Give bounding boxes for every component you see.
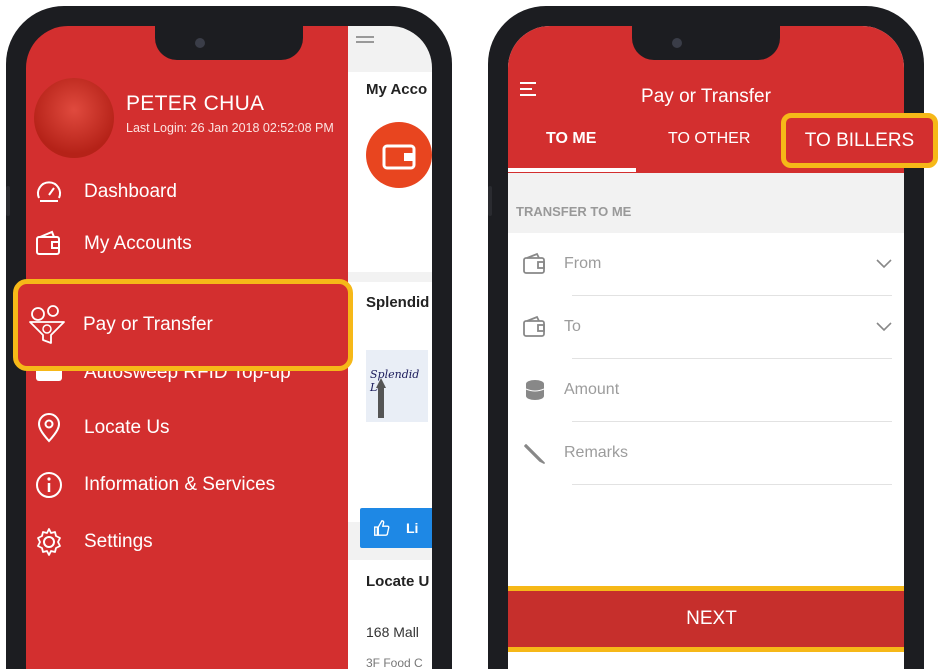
phone-notch bbox=[155, 26, 303, 60]
right-phone: Pay or Transfer TO ME TO OTHER TRANSFER … bbox=[488, 6, 924, 669]
phone-side-button bbox=[488, 186, 492, 216]
like-button[interactable]: Li bbox=[360, 508, 432, 548]
from-field[interactable]: From bbox=[516, 232, 892, 296]
last-login: Last Login: 26 Jan 2018 02:52:08 PM bbox=[126, 121, 334, 135]
coins-icon bbox=[525, 380, 545, 400]
money-funnel-icon bbox=[29, 305, 65, 344]
menu-item-dashboard[interactable]: Dashboard bbox=[34, 172, 177, 212]
next-button[interactable]: NEXT bbox=[508, 586, 904, 652]
wallet-icon bbox=[36, 230, 60, 255]
accounts-card-title: My Acco bbox=[366, 81, 428, 98]
locate-card-title: Locate U bbox=[366, 573, 430, 590]
promo-card-title: Splendid bbox=[366, 294, 430, 311]
location-detail: 3F Food C bbox=[366, 656, 423, 669]
tab-to-other[interactable]: TO OTHER bbox=[668, 130, 750, 148]
to-field[interactable]: To bbox=[516, 295, 892, 359]
tab-to-billers[interactable]: TO BILLERS bbox=[781, 113, 938, 168]
menu-item-my-accounts[interactable]: My Accounts bbox=[34, 224, 192, 264]
menu-item-pay-or-transfer[interactable]: Pay or Transfer bbox=[13, 279, 353, 371]
wallet-icon bbox=[523, 252, 545, 274]
tab-to-me[interactable]: TO ME bbox=[546, 130, 596, 148]
chevron-down-icon[interactable] bbox=[876, 259, 892, 269]
info-icon bbox=[36, 472, 62, 498]
chevron-down-icon[interactable] bbox=[876, 322, 892, 332]
pencil-icon bbox=[524, 444, 545, 464]
thumbs-up-icon bbox=[374, 520, 390, 536]
menu-item-information-services[interactable]: Information & Services bbox=[34, 465, 275, 505]
gear-icon bbox=[37, 528, 61, 556]
promo-image: Splendid Lo bbox=[366, 350, 428, 422]
menu-item-settings[interactable]: Settings bbox=[34, 522, 153, 562]
section-label: TRANSFER TO ME bbox=[516, 204, 632, 219]
background-app: My Acco Splendid Splendid Lo Li Locate U… bbox=[348, 26, 432, 669]
hamburger-icon bbox=[356, 36, 374, 38]
location-name: 168 Mall bbox=[366, 624, 419, 640]
speedometer-icon bbox=[37, 181, 61, 202]
menu-item-locate-us[interactable]: Locate Us bbox=[34, 408, 170, 448]
amount-field[interactable]: Amount bbox=[516, 358, 892, 422]
page-title: Pay or Transfer bbox=[641, 86, 771, 107]
location-pin-icon bbox=[37, 413, 61, 443]
phone-notch bbox=[632, 26, 780, 60]
avatar[interactable] bbox=[34, 78, 114, 158]
user-name: PETER CHUA bbox=[126, 92, 265, 115]
remarks-field[interactable]: Remarks bbox=[516, 421, 892, 485]
section-header bbox=[508, 173, 904, 233]
wallet-icon bbox=[366, 122, 432, 188]
phone-side-button bbox=[6, 186, 10, 216]
active-tab-indicator bbox=[508, 168, 636, 172]
wallet-icon bbox=[523, 315, 545, 337]
